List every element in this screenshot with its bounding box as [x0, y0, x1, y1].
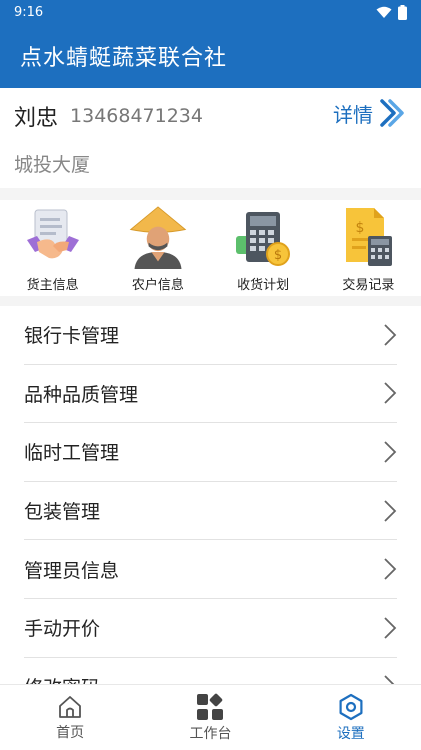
calculator-coin-icon: $: [232, 204, 294, 270]
chevron-right-icon: [384, 617, 397, 639]
settings-icon: [339, 693, 363, 720]
chevron-right-icon: [384, 499, 397, 522]
tab-home[interactable]: 首页: [0, 685, 140, 750]
chevron-right-icon: [384, 558, 397, 580]
tab-label: 首页: [56, 724, 85, 741]
settings-menu: 银行卡管理 品种品质管理 临时工管理 包装管理 管理员信息 手动开价 修改密码: [0, 306, 421, 684]
quick-label: 交易记录: [342, 278, 395, 293]
menu-label: 修改密码: [24, 673, 100, 684]
svg-text:$: $: [356, 220, 365, 236]
quick-label: 农户信息: [131, 278, 184, 293]
menu-item-change-password[interactable]: 修改密码: [24, 658, 397, 684]
tab-workbench[interactable]: 工作台: [140, 685, 280, 750]
menu-label: 手动开价: [24, 618, 101, 641]
detail-link[interactable]: 详情: [333, 98, 405, 128]
invoice-calculator-icon: $: [337, 204, 399, 270]
wifi-icon: [376, 6, 392, 18]
quick-item-owner-info[interactable]: 货主信息: [0, 200, 105, 296]
quick-item-farmer-info[interactable]: 农户信息: [105, 200, 210, 296]
profile-address: 城投大厦: [14, 154, 91, 176]
menu-label: 品种品质管理: [24, 383, 139, 406]
chevron-right-icon: [384, 324, 397, 346]
menu-label: 包装管理: [24, 501, 101, 524]
status-bar: 9:16: [0, 0, 421, 24]
quick-item-receiving-plan[interactable]: $ 收货计划: [211, 200, 316, 296]
chevron-right-icon: [384, 441, 397, 463]
app-bar: 点水蜻蜓蔬菜联合社: [0, 24, 421, 88]
menu-item-packaging[interactable]: 包装管理: [24, 482, 397, 541]
status-time: 9:16: [14, 4, 44, 20]
tab-label: 工作台: [189, 725, 232, 742]
quick-label: 收货计划: [237, 278, 290, 293]
profile-phone: 13468471234: [70, 105, 203, 127]
bottom-tab-bar: 首页 工作台 设置: [0, 684, 421, 750]
profile-name: 刘忠: [14, 106, 59, 131]
menu-item-variety-quality[interactable]: 品种品质管理: [24, 365, 397, 424]
tab-label: 设置: [336, 725, 365, 742]
detail-label: 详情: [333, 102, 373, 127]
chevron-right-icon: [384, 382, 397, 405]
grid-icon: [197, 693, 224, 720]
menu-item-bank-card[interactable]: 银行卡管理: [24, 306, 397, 365]
quick-menu: 货主信息 农户信息 $ 收货计划 $ 交易记录: [0, 200, 421, 296]
handshake-document-icon: [22, 204, 84, 270]
profile-card: 刘忠 13468471234 详情 城投大厦: [0, 88, 421, 188]
menu-item-temp-worker[interactable]: 临时工管理: [24, 423, 397, 482]
menu-label: 银行卡管理: [24, 325, 120, 348]
app-title: 点水蜻蜓蔬菜联合社: [20, 46, 228, 71]
quick-item-transaction-record[interactable]: $ 交易记录: [316, 200, 421, 296]
chevron-right-icon: [384, 675, 394, 684]
menu-item-admin-info[interactable]: 管理员信息: [24, 540, 397, 599]
menu-label: 临时工管理: [24, 442, 120, 465]
svg-text:$: $: [274, 248, 282, 263]
section-gap: [0, 188, 421, 200]
home-icon: [59, 695, 82, 718]
battery-icon: [398, 4, 407, 20]
menu-item-manual-pricing[interactable]: 手动开价: [24, 599, 397, 658]
double-chevron-right-icon: [380, 99, 404, 127]
quick-label: 货主信息: [26, 278, 79, 293]
tab-settings[interactable]: 设置: [281, 685, 421, 750]
menu-label: 管理员信息: [24, 559, 120, 582]
farmer-icon: [127, 204, 189, 270]
